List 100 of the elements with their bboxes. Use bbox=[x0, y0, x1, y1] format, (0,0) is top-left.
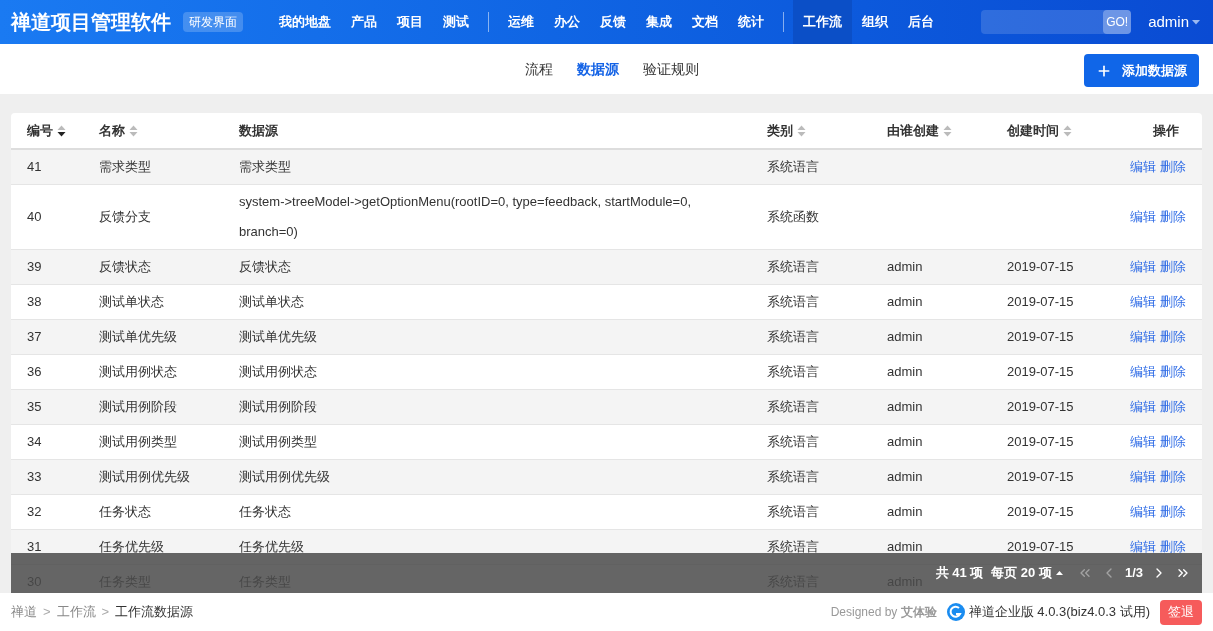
action-link[interactable]: 编辑 bbox=[1130, 257, 1156, 277]
search-field[interactable]: GO! bbox=[981, 10, 1132, 34]
table-cell: 2019-07-15 bbox=[1007, 469, 1074, 485]
table-cell: admin bbox=[887, 469, 923, 485]
table-cell: 34 bbox=[27, 434, 42, 450]
action-link[interactable]: 删除 bbox=[1160, 432, 1186, 452]
table-cell: 任务优先级 bbox=[99, 539, 164, 555]
version-info[interactable]: 禅道企业版 4.0.3(biz4.0.3 试用) bbox=[968, 602, 1150, 622]
table-cell: 33 bbox=[27, 469, 42, 485]
table-cell: 2019-07-15 bbox=[1007, 539, 1074, 555]
table-cell: 2019-07-15 bbox=[1007, 504, 1074, 520]
column-header[interactable]: 创建时间 bbox=[991, 120, 1111, 141]
table-cell: 2019-07-15 bbox=[1007, 399, 1074, 415]
table-cell: 系统语言 bbox=[767, 434, 819, 450]
caret-icon bbox=[1192, 19, 1200, 25]
table-cell: 反馈状态 bbox=[239, 259, 291, 274]
nav-item[interactable]: 统计 bbox=[728, 0, 774, 44]
action-link[interactable]: 编辑 bbox=[1130, 292, 1156, 312]
nav-item[interactable]: 反馈 bbox=[590, 0, 636, 44]
action-link[interactable]: 编辑 bbox=[1130, 502, 1156, 522]
table-cell: admin bbox=[887, 259, 923, 275]
action-link[interactable]: 删除 bbox=[1160, 257, 1186, 277]
nav-item[interactable]: 后台 bbox=[898, 0, 944, 44]
table-cell: 2019-07-15 bbox=[1007, 329, 1074, 345]
table-cell: 31 bbox=[27, 539, 42, 555]
breadcrumb-separator: > bbox=[101, 603, 110, 622]
nav-item[interactable]: 文档 bbox=[682, 0, 728, 44]
table-cell: 2019-07-15 bbox=[1007, 294, 1074, 310]
table-cell: 系统语言 bbox=[767, 539, 819, 555]
action-link[interactable]: 删除 bbox=[1160, 467, 1186, 487]
table-cell: 任务状态 bbox=[99, 504, 151, 520]
table-cell: 系统语言 bbox=[767, 294, 819, 310]
nav-item[interactable]: 办公 bbox=[544, 0, 590, 44]
sub-tab[interactable]: 数据源 bbox=[576, 58, 619, 80]
sub-tab[interactable]: 验证规则 bbox=[642, 58, 699, 80]
action-link[interactable]: 编辑 bbox=[1130, 467, 1156, 487]
action-link[interactable]: 编辑 bbox=[1130, 157, 1156, 177]
breadcrumb-item[interactable]: 工作流 bbox=[56, 602, 96, 622]
logout-button[interactable]: 签退 bbox=[1160, 599, 1202, 625]
search-button[interactable]: GO! bbox=[1103, 10, 1132, 34]
nav-item[interactable]: 产品 bbox=[341, 0, 387, 44]
sub-tab[interactable]: 流程 bbox=[524, 58, 553, 80]
table-cell: 测试用例状态 bbox=[239, 364, 317, 379]
page-indicator: 1/3 bbox=[1124, 564, 1143, 583]
table-cell: 2019-07-15 bbox=[1007, 434, 1074, 450]
nav-item[interactable]: 测试 bbox=[433, 0, 479, 44]
table-cell: 系统语言 bbox=[767, 159, 819, 175]
action-link[interactable]: 删除 bbox=[1160, 537, 1186, 557]
table-cell: 任务状态 bbox=[239, 504, 291, 519]
action-link[interactable]: 删除 bbox=[1160, 292, 1186, 312]
table-cell: 反馈分支 bbox=[99, 209, 151, 225]
column-header[interactable]: 编号 bbox=[11, 120, 83, 141]
table-cell: 测试单状态 bbox=[99, 294, 164, 310]
breadcrumb-item[interactable]: 禅道 bbox=[11, 602, 37, 622]
action-link[interactable]: 删除 bbox=[1160, 157, 1186, 177]
nav-item[interactable]: 我的地盘 bbox=[269, 0, 341, 44]
total-count: 共 41 项 bbox=[935, 564, 984, 583]
table-cell: admin bbox=[887, 399, 923, 415]
page-size-selector[interactable]: 每页 20 项 bbox=[991, 563, 1063, 583]
table-cell: 41 bbox=[27, 159, 42, 175]
table-cell: 反馈状态 bbox=[99, 259, 151, 275]
action-link[interactable]: 编辑 bbox=[1130, 537, 1156, 557]
table-cell: 测试用例阶段 bbox=[239, 399, 317, 414]
table-cell: 38 bbox=[27, 294, 42, 310]
sort-icon[interactable] bbox=[57, 124, 66, 137]
action-link[interactable]: 编辑 bbox=[1130, 207, 1156, 227]
table-cell: admin bbox=[887, 364, 923, 380]
action-link[interactable]: 删除 bbox=[1160, 207, 1186, 227]
table-cell: 测试用例类型 bbox=[99, 434, 177, 450]
table-cell: admin bbox=[887, 539, 923, 555]
table-cell: 需求类型 bbox=[99, 159, 151, 175]
nav-item[interactable]: 组织 bbox=[852, 0, 898, 44]
table-cell: 系统语言 bbox=[767, 364, 819, 380]
nav-item[interactable]: 项目 bbox=[387, 0, 433, 44]
nav-item[interactable]: 集成 bbox=[636, 0, 682, 44]
nav-item[interactable]: 工作流 bbox=[793, 0, 852, 44]
column-header[interactable]: 由谁创建 bbox=[871, 120, 991, 141]
column-header[interactable]: 名称 bbox=[83, 120, 223, 141]
nav-item[interactable]: 运维 bbox=[498, 0, 544, 44]
action-link[interactable]: 编辑 bbox=[1130, 327, 1156, 347]
action-link[interactable]: 删除 bbox=[1160, 502, 1186, 522]
action-link[interactable]: 删除 bbox=[1160, 327, 1186, 347]
action-link[interactable]: 删除 bbox=[1160, 362, 1186, 382]
table-cell: 系统语言 bbox=[767, 399, 819, 415]
breadcrumb-item[interactable]: 工作流数据源 bbox=[115, 602, 194, 622]
action-link[interactable]: 编辑 bbox=[1130, 397, 1156, 417]
user-menu[interactable]: admin bbox=[1148, 10, 1200, 34]
column-header[interactable]: 类别 bbox=[751, 120, 871, 141]
table-cell: 测试用例优先级 bbox=[99, 469, 190, 485]
action-link[interactable]: 删除 bbox=[1160, 397, 1186, 417]
app-title: 禅道项目管理软件 bbox=[11, 10, 171, 35]
action-link[interactable]: 编辑 bbox=[1130, 432, 1156, 452]
table-cell: 测试用例优先级 bbox=[239, 469, 330, 484]
table-cell: 测试单状态 bbox=[239, 294, 304, 309]
action-link[interactable]: 编辑 bbox=[1130, 362, 1156, 382]
table-cell: 测试用例阶段 bbox=[99, 399, 177, 415]
mode-badge[interactable]: 研发界面 bbox=[183, 12, 243, 32]
caret-up-icon bbox=[1055, 571, 1063, 575]
table-cell: 2019-07-15 bbox=[1007, 364, 1074, 380]
add-datasource-button[interactable]: 添加数据源 bbox=[1084, 54, 1199, 87]
